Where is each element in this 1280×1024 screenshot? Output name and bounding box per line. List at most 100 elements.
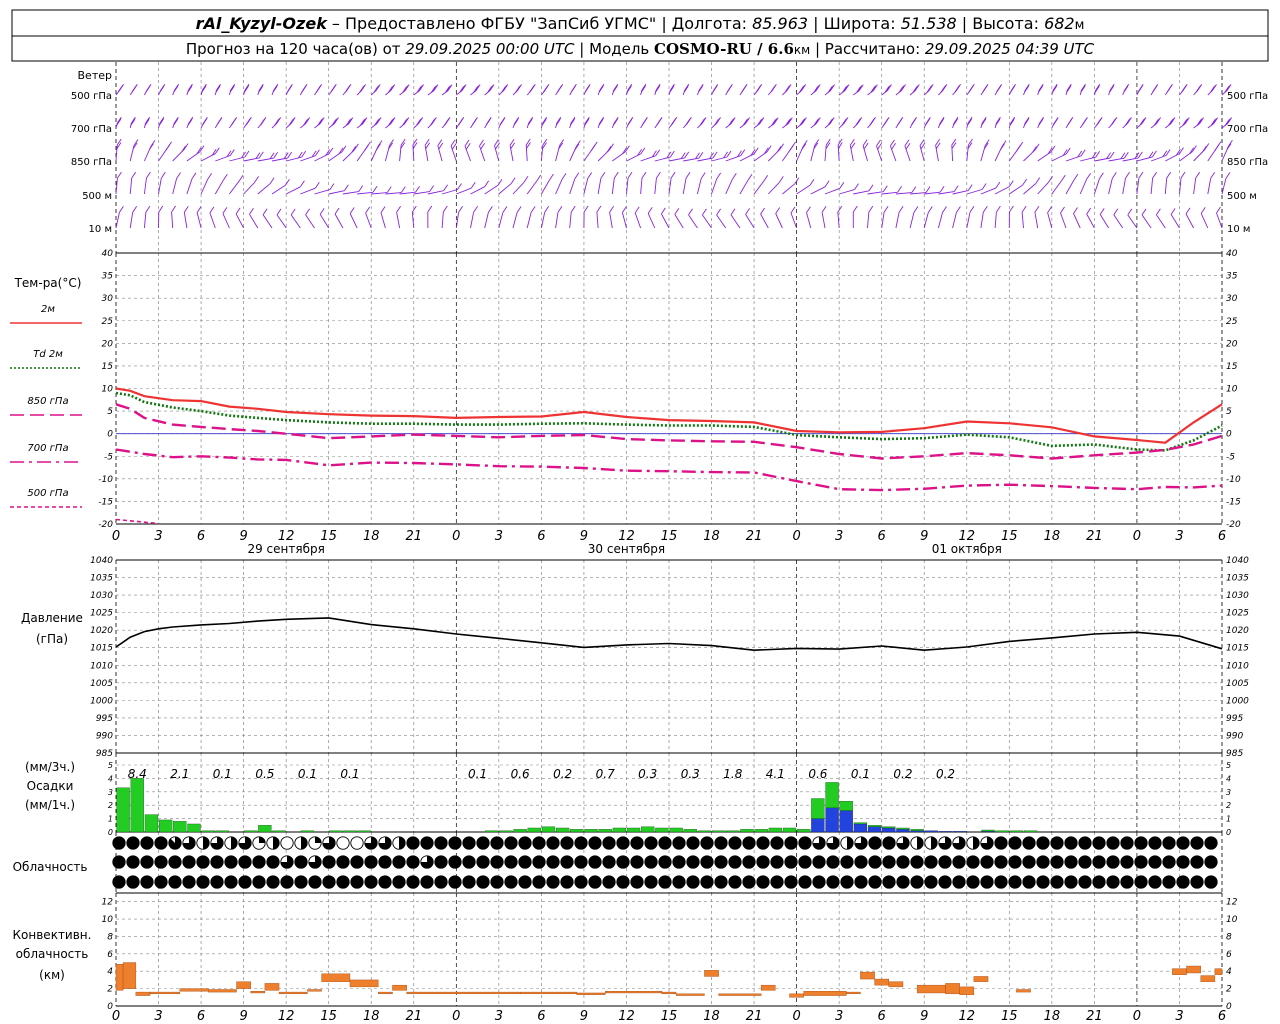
convective-cloud-bar [321,973,351,982]
cloud-fill-full [406,875,420,889]
cloud-fill-full [462,836,476,850]
hour-tick-label: 3 [495,1009,503,1024]
cloud-fill-full [742,836,756,850]
precip-3h-sum: 1.8 [723,767,742,781]
wind-barb-feather [556,86,562,93]
wind-level-700hpa: 700 гПа [71,124,112,135]
y-tick-label: 1030 [1226,591,1249,601]
cloud-fill-full [126,855,140,869]
wind-barb-feather [967,184,973,191]
wind-barb-feather [1210,172,1216,179]
precip-3h-sum: 0.1 [851,767,870,781]
wind-barb-feather [415,185,420,193]
wind-barb-shaft [1113,214,1124,229]
cloud-symbol [350,836,364,850]
wind-barb-feather [254,176,259,183]
wind-barb-feather [216,119,222,126]
precip-3h-sum: 0.7 [596,767,615,781]
wind-barb-shaft [276,214,287,229]
wind-barb-feather [897,186,902,193]
wind-barb-feather [1212,118,1217,125]
legend-label: 500 гПа [27,488,68,499]
wind-barb-shaft [760,213,769,229]
hour-tick-label: 18 [1044,1009,1061,1024]
wind-barb-feather [755,86,761,93]
wind-barb-feather [843,85,849,92]
cloud-fill-full [882,855,896,869]
convective-cloud-bar [604,991,663,994]
cloud-fill-full [798,836,812,850]
cloud-fill-full [420,836,434,850]
wind-barb-feather [457,183,462,190]
convective-cloud-bar [1186,965,1201,974]
wind-barb-feather [207,173,212,180]
wind-barb-shaft [555,212,559,229]
cloud-fill-full [658,855,672,869]
wind-barb-shaft [640,155,656,162]
wind-barb-feather [1080,149,1086,157]
wind-barb-feather [574,143,580,150]
precip-3h-sum: 0.2 [553,767,572,781]
convective-cloud-bar [349,979,379,988]
cloud-fill-full [700,855,714,869]
wind-barb-shaft [1221,178,1227,195]
cloud-fill-full [518,836,532,850]
cloud-fill-full [140,875,154,889]
wind-barb-shaft [334,213,344,229]
wind-barb-shaft [470,212,475,229]
wind-barb-feather [1214,144,1220,151]
cloud-fill-full [630,836,644,850]
wind-barb-shaft [952,212,957,229]
wind-barb-feather [712,86,718,93]
wind-barb-feather [1022,178,1027,186]
cloud-fill-full [602,875,616,889]
wind-barb-feather [1216,206,1221,214]
wind-barb-feather [882,185,888,192]
convective-cloud-bar [392,984,407,991]
cloud-fill-full [210,875,224,889]
cloud-fill-partial [315,836,322,843]
cloud-fill-full [1204,855,1218,869]
wind-barb-shaft [626,178,629,195]
snow-bar [853,823,868,833]
cloud-fill-full [602,836,616,850]
rain-bar [556,827,570,833]
y-tick-label: 2 [1226,801,1231,810]
cloud-fill-full [602,855,616,869]
rain-bar [329,830,343,833]
hour-tick-label: 21 [746,529,763,544]
y-tick-label: 20 [1226,339,1238,349]
wind-barb-shaft [661,213,670,229]
precip-3h-sum: 0.5 [255,767,274,781]
calc-date: 29.09.2025 04:39 UTC [925,40,1095,58]
wind-barb-feather [596,205,602,213]
wind-barb-shaft [171,211,174,229]
hour-tick-label: 18 [1044,529,1061,544]
wind-barb-feather [287,86,292,93]
rain-bar [853,822,868,825]
rain-bar [839,801,853,811]
cloud-fill-full [126,875,140,889]
wind-barb-shaft [889,145,897,162]
snow-bar [924,830,938,833]
wind-barb-shaft [626,153,642,162]
cloud-fill-full [854,855,868,869]
wind-barb-feather [1125,119,1130,126]
cloud-fill-full [952,875,966,889]
cloud-fill-full [196,875,210,889]
y-tick-label: 4 [1226,967,1232,977]
wind-barb-feather [772,118,778,125]
wind-barb-feather [841,119,847,126]
altitude-unit: м [1075,18,1085,33]
cloud-fill-partial [301,836,308,850]
wind-barb-feather [1052,119,1058,126]
wind-barb-shaft [980,212,984,229]
wind-barb-shaft [464,145,471,162]
cloud-fill-full [1176,836,1190,850]
cloud-fill-partial [399,836,406,850]
wind-barb-feather [1165,149,1171,156]
rain-bar [683,829,697,833]
wind-barb-feather [183,205,189,213]
cloud-fill-full [112,875,126,889]
hour-tick-label: 0 [452,529,460,544]
